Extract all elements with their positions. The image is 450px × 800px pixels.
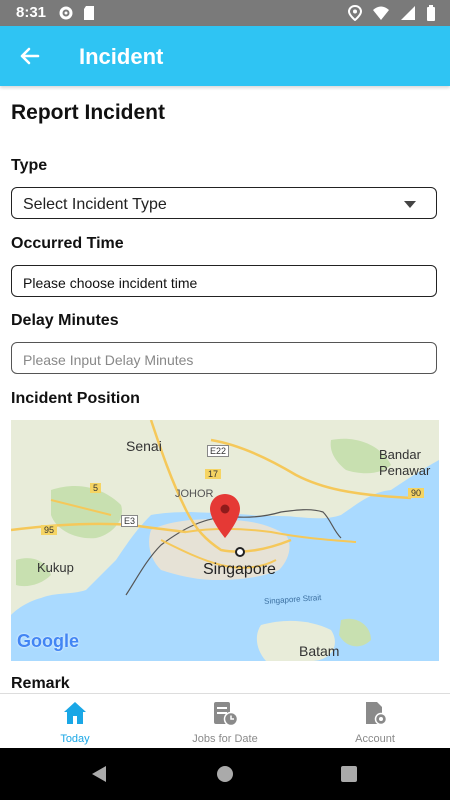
home-icon [64,702,86,724]
map-label-batam: Batam [299,643,340,659]
nav-today-label: Today [60,733,90,745]
map-label-johor: JOHOR [175,488,214,500]
incident-form: Report Incident Type Select Incident Typ… [0,86,450,693]
road-label-5: 5 [90,483,102,493]
nav-today[interactable]: Today [0,694,150,749]
occurred-time-field[interactable]: Please choose incident time [11,265,437,297]
dropdown-arrow-icon [404,201,416,208]
location-icon [348,5,362,21]
home-circle-icon[interactable] [216,765,234,783]
signal-icon [401,6,415,20]
occurred-time-label: Occurred Time [11,235,124,252]
back-arrow-icon[interactable] [16,42,44,70]
delay-minutes-placeholder: Please Input Delay Minutes [23,352,194,368]
app-bar-title: Incident [79,44,164,69]
map-label-bandar-penawar: Bandar Penawar [379,447,431,478]
nav-account[interactable]: Account [300,694,450,749]
delay-minutes-input[interactable]: Please Input Delay Minutes [11,342,437,374]
incident-position-label: Incident Position [11,390,140,407]
system-nav-bar [0,748,450,800]
remark-label: Remark [11,675,70,692]
app-bar: Incident [0,26,450,86]
nav-account-label: Account [355,733,395,745]
status-time: 8:31 [16,4,47,21]
wifi-icon [373,6,389,20]
battery-icon [427,5,435,21]
delay-minutes-label: Delay Minutes [11,312,119,329]
map-label-singapore: Singapore [203,561,276,578]
road-label-e22: E22 [207,445,230,457]
road-label-e3: E3 [121,515,139,527]
back-triangle-icon[interactable] [90,765,108,783]
nav-jobs-label: Jobs for Date [192,733,258,745]
type-label: Type [11,157,48,174]
status-bar: 8:31 [0,0,450,26]
google-logo: Google [17,631,79,651]
nav-jobs-for-date[interactable]: Jobs for Date [150,694,300,749]
incident-map[interactable]: Senai Bandar Penawar JOHOR Kukup Singapo… [11,420,439,661]
bottom-nav: Today Jobs for Date Account [0,693,450,749]
gear-icon [59,6,73,20]
road-label-95: 95 [41,525,58,535]
occurred-time-value: Please choose incident time [23,275,198,291]
incident-type-value: Select Incident Type [23,196,167,213]
sd-card-icon [84,6,94,20]
map-label-senai: Senai [126,438,162,454]
incident-type-select[interactable]: Select Incident Type [11,187,437,219]
map-label-kukup: Kukup [37,560,74,575]
recents-square-icon[interactable] [341,766,357,782]
account-settings-icon [366,702,388,726]
calendar-clock-icon [214,702,239,726]
road-label-17: 17 [205,469,222,479]
page-title: Report Incident [11,101,166,124]
road-label-90: 90 [408,488,425,498]
